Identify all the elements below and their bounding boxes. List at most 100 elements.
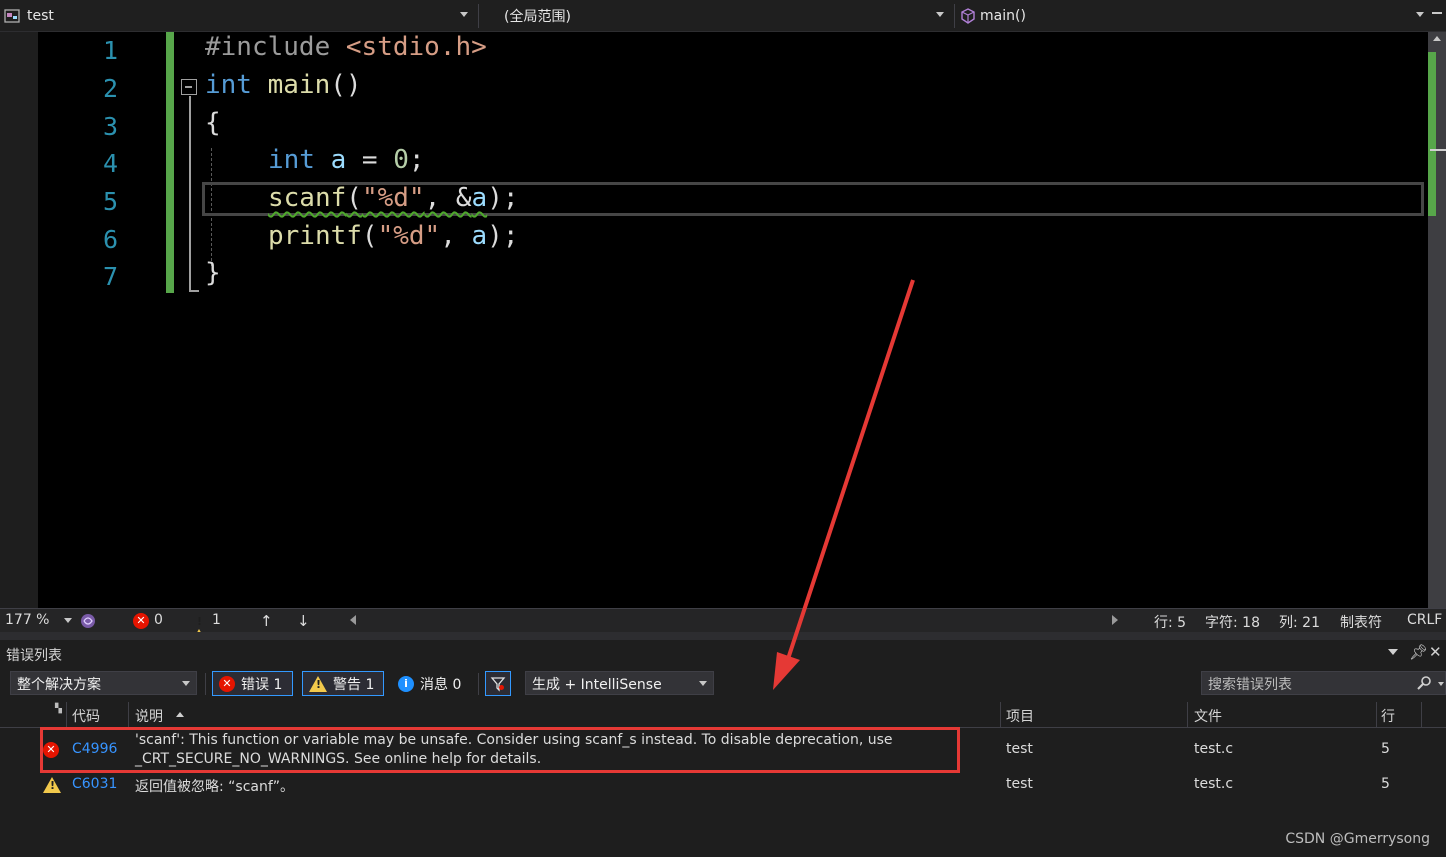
member-label: main() xyxy=(980,8,1026,24)
window-options-icon[interactable] xyxy=(1388,649,1398,655)
chevron-down-icon[interactable] xyxy=(1438,682,1444,686)
code-line-4: int a = 0; xyxy=(268,145,425,175)
source-filter-dropdown[interactable]: 生成 + IntelliSense xyxy=(525,671,714,695)
caret-position-marker xyxy=(1430,149,1446,151)
close-icon[interactable]: ✕ xyxy=(1429,643,1442,661)
error-file: test.c xyxy=(1194,741,1234,757)
indent-mode[interactable]: 制表符 xyxy=(1340,612,1382,632)
cursor-line[interactable]: 行: 5 xyxy=(1154,612,1186,632)
error-project: test xyxy=(1006,741,1033,757)
divider xyxy=(478,4,479,28)
errors-filter-button[interactable]: ✕ 错误 1 xyxy=(212,671,293,696)
column-header-line[interactable]: 行 xyxy=(1381,706,1395,726)
zoom-level[interactable]: 177 % xyxy=(5,612,49,628)
outline-guide-end xyxy=(189,290,199,292)
warning-icon xyxy=(43,777,61,793)
info-icon: i xyxy=(398,675,414,692)
c-file-icon xyxy=(4,9,20,23)
divider xyxy=(478,673,479,695)
arrow-down-icon[interactable]: ↓ xyxy=(297,612,310,630)
cursor-col[interactable]: 列: 21 xyxy=(1279,612,1320,632)
arrow-up-icon[interactable]: ↑ xyxy=(260,612,273,630)
warnings-filter-button[interactable]: 警告 1 xyxy=(302,671,384,696)
member-dropdown[interactable]: main() xyxy=(960,4,1430,28)
code-line-6: printf("%d", a); xyxy=(268,221,519,251)
code-line-5: scanf("%d", &a); xyxy=(268,183,519,213)
column-header-code[interactable]: 代码 xyxy=(72,706,100,726)
glyph-margin xyxy=(0,32,38,608)
collapse-toggle-icon[interactable] xyxy=(181,79,197,95)
scope-filter-dropdown[interactable]: 整个解决方案 xyxy=(10,671,197,695)
warning-count[interactable]: 1 xyxy=(212,612,221,628)
outline-guide xyxy=(189,96,191,292)
code-line-2: int main() xyxy=(205,70,362,100)
column-header-description[interactable]: 说明 xyxy=(135,706,163,726)
line-number: 6 xyxy=(102,225,118,254)
divider xyxy=(954,4,955,28)
warning-file: test.c xyxy=(1194,776,1234,792)
warning-description: 返回值被忽略: “scanf”。 xyxy=(135,779,295,795)
chevron-down-icon xyxy=(936,12,944,17)
line-ending[interactable]: CRLF xyxy=(1407,612,1442,628)
line-number: 4 xyxy=(102,149,118,178)
chevron-down-icon xyxy=(699,681,707,686)
filter-icon xyxy=(490,676,506,692)
line-number: 1 xyxy=(102,36,118,65)
error-count[interactable]: 0 xyxy=(154,612,163,628)
error-list-header: ▚ 代码 说明 项目 文件 行 xyxy=(0,702,1446,728)
chevron-down-icon xyxy=(460,12,468,17)
scrollbar-change-marker xyxy=(1428,52,1436,216)
messages-filter-label: 消息 0 xyxy=(420,676,462,693)
scroll-right-icon[interactable] xyxy=(1112,615,1118,625)
source-filter-value: 生成 + IntelliSense xyxy=(532,677,662,693)
code-line-7: } xyxy=(205,258,221,288)
warning-line: 5 xyxy=(1381,776,1390,792)
chevron-down-icon[interactable] xyxy=(64,618,72,623)
code-health-icon[interactable] xyxy=(79,612,97,630)
divider xyxy=(205,673,206,695)
scroll-up-icon[interactable] xyxy=(1433,36,1441,41)
project-dropdown[interactable]: test xyxy=(4,4,474,28)
error-line: 5 xyxy=(1381,741,1390,757)
line-number: 5 xyxy=(102,187,118,216)
search-icon[interactable] xyxy=(1416,675,1432,691)
scope-filter-value: 整个解决方案 xyxy=(17,677,101,693)
search-error-list-input[interactable]: 搜索错误列表 xyxy=(1201,671,1446,695)
error-count-icon[interactable]: ✕ xyxy=(133,613,149,629)
table-row[interactable]: C6031 返回值被忽略: “scanf”。 test test.c 5 xyxy=(0,774,1446,798)
scope-dropdown[interactable]: (全局范围) xyxy=(504,4,950,28)
editor-status-bar: 177 % ✕ 0 1 ↑ ↓ 行: 5 字符: 18 列: 21 制表符 CR… xyxy=(0,608,1446,645)
error-icon: ✕ xyxy=(219,675,235,692)
warning-code-link[interactable]: C6031 xyxy=(72,776,117,792)
project-name: test xyxy=(27,8,54,24)
annotation-highlight-box xyxy=(40,727,960,773)
chevron-down-icon xyxy=(182,681,190,686)
panel-splitter[interactable] xyxy=(0,632,1446,640)
code-line-1: #include <stdio.h> xyxy=(205,32,487,62)
cube-icon xyxy=(961,8,975,24)
line-number: 2 xyxy=(102,74,118,103)
column-chooser-icon[interactable]: ▚ xyxy=(55,704,62,714)
column-header-project[interactable]: 项目 xyxy=(1006,706,1034,726)
vertical-scrollbar[interactable] xyxy=(1428,32,1446,608)
scroll-left-icon[interactable] xyxy=(350,615,356,625)
warning-icon xyxy=(309,675,327,692)
watermark: CSDN @Gmerrysong xyxy=(1285,831,1430,847)
column-header-file[interactable]: 文件 xyxy=(1194,706,1222,726)
warnings-filter-label: 警告 1 xyxy=(333,676,375,693)
filter-toggle-button[interactable] xyxy=(485,671,511,696)
code-line-3: { xyxy=(205,108,221,138)
scope-label: (全局范围) xyxy=(504,9,571,25)
errors-filter-label: 错误 1 xyxy=(241,676,283,693)
chevron-down-icon xyxy=(1416,12,1424,17)
search-placeholder: 搜索错误列表 xyxy=(1208,677,1292,693)
code-editor[interactable]: 1 2 3 4 5 6 7 #include <stdio.h> int mai… xyxy=(0,32,1446,608)
change-indicator-bar xyxy=(166,32,174,293)
pin-icon[interactable]: 📌︎ xyxy=(1409,643,1428,661)
messages-filter-button[interactable]: i 消息 0 xyxy=(398,671,461,696)
line-number: 3 xyxy=(102,112,118,141)
split-view-icon[interactable] xyxy=(1432,12,1442,14)
cursor-char[interactable]: 字符: 18 xyxy=(1205,612,1260,632)
warning-project: test xyxy=(1006,776,1033,792)
sort-ascending-icon xyxy=(176,712,184,717)
